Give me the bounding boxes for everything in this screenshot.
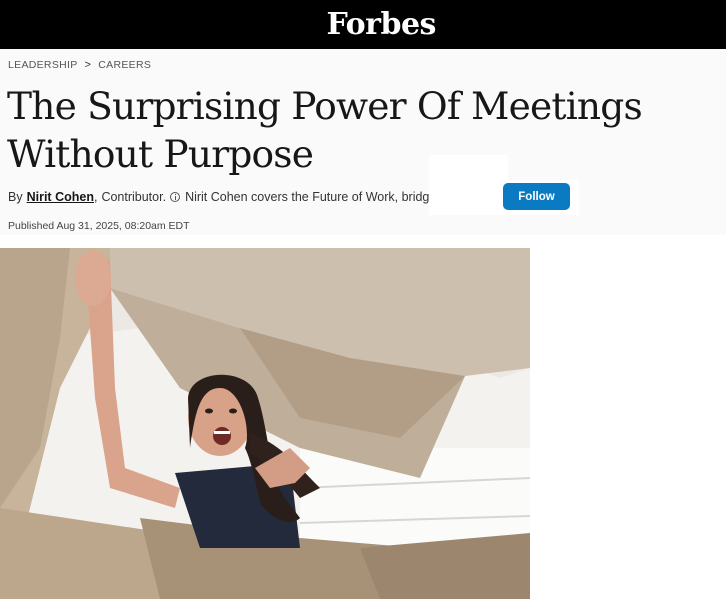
article-headline: The Surprising Power Of Meetings Without… xyxy=(7,84,643,176)
published-date: Published Aug 31, 2025, 08:20am EDT xyxy=(8,220,190,232)
byline-prefix: By xyxy=(8,190,23,204)
byline: By Nirit Cohen, Contributor. Nirit Cohen… xyxy=(8,190,430,204)
woman-opening-box-photo-icon xyxy=(0,248,530,599)
author-bio: Nirit Cohen covers the Future of Work, b… xyxy=(185,190,430,204)
author-link[interactable]: Nirit Cohen xyxy=(27,190,94,204)
breadcrumb-separator: > xyxy=(84,59,92,71)
forbes-logo[interactable]: Forbes xyxy=(0,0,726,49)
breadcrumb: LEADERSHIP > CAREERS xyxy=(8,59,151,71)
author-role: Contributor. xyxy=(101,190,167,204)
breadcrumb-leadership[interactable]: LEADERSHIP xyxy=(8,59,78,71)
breadcrumb-careers[interactable]: CAREERS xyxy=(98,59,151,71)
hero-image xyxy=(0,248,530,599)
follow-button[interactable]: Follow xyxy=(503,183,570,210)
info-icon[interactable] xyxy=(170,192,181,202)
